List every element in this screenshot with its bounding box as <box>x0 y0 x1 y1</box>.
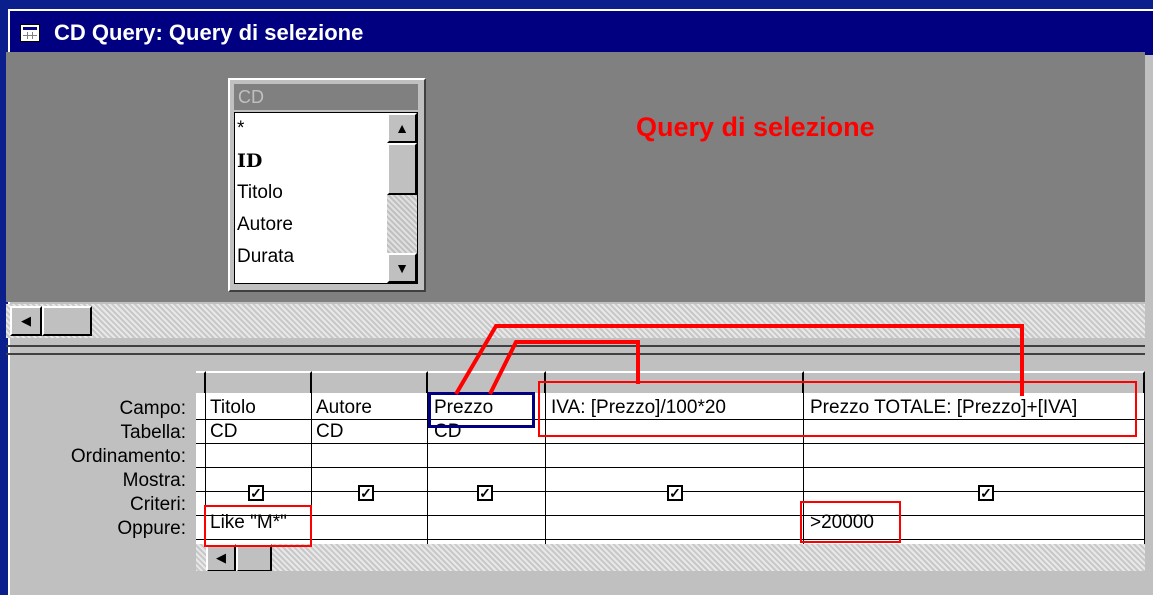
field-cell[interactable]: Autore <box>316 396 372 420</box>
column-selector[interactable] <box>206 371 312 393</box>
row-label-tabella: Tabella: <box>120 422 187 443</box>
grid-row-line <box>196 467 1145 468</box>
field-list-scrollbar[interactable]: ▲ ▼ <box>387 113 417 283</box>
column-selector[interactable] <box>196 371 206 393</box>
field-list-window[interactable]: CD * ID Titolo Autore Durata ▲ ▼ <box>228 78 426 292</box>
row-label-ordinamento: Ordinamento: <box>70 446 186 467</box>
arrow-down-icon[interactable]: ▼ <box>387 253 417 283</box>
grid-row-line <box>196 515 1145 516</box>
row-label-criteri: Criteri: <box>130 494 186 515</box>
column-selector[interactable] <box>312 371 428 393</box>
field-cell[interactable]: Titolo <box>210 396 256 420</box>
table-pane[interactable]: CD * ID Titolo Autore Durata ▲ ▼ Query d… <box>6 52 1145 302</box>
window-title: CD Query: Query di selezione <box>54 20 364 45</box>
field-list-title[interactable]: CD <box>234 84 418 110</box>
scroll-thumb[interactable] <box>387 143 417 195</box>
checkbox-checked-icon[interactable]: ✓ <box>978 485 994 501</box>
table-cell[interactable]: CD <box>210 420 237 444</box>
arrow-up-icon[interactable]: ▲ <box>387 113 417 143</box>
arrow-left-icon[interactable]: ◀ <box>206 544 236 571</box>
pane-splitter[interactable] <box>6 345 1145 355</box>
column-selector[interactable] <box>428 371 546 393</box>
arrow-left-icon[interactable]: ◀ <box>10 306 42 336</box>
checkbox-checked-icon[interactable]: ✓ <box>248 485 264 501</box>
table-pane-hscroll[interactable]: ◀ <box>6 304 1145 338</box>
row-label-campo: Campo: <box>119 398 186 419</box>
checkbox-checked-icon[interactable]: ✓ <box>358 485 374 501</box>
title-bar[interactable]: CD Query: Query di selezione <box>10 11 1153 55</box>
annotation-title: Query di selezione <box>636 112 875 142</box>
table-cell[interactable]: CD <box>316 420 343 444</box>
calculated-fields-box <box>538 381 1137 437</box>
grid-hscroll[interactable]: ◀ <box>196 544 1145 571</box>
grid-row-line <box>196 539 1145 540</box>
field-list[interactable]: * ID Titolo Autore Durata ▲ ▼ <box>234 112 418 284</box>
grid-row-labels: Campo: Tabella: Ordinamento: Mostra: Cri… <box>6 397 192 541</box>
criteria-highlight-box <box>204 505 312 547</box>
scroll-thumb[interactable] <box>236 544 272 571</box>
checkbox-checked-icon[interactable]: ✓ <box>477 485 493 501</box>
row-label-oppure: Oppure: <box>117 518 186 539</box>
prezzo-highlight-box <box>428 392 535 428</box>
query-window-icon[interactable] <box>20 24 40 42</box>
row-label-mostra: Mostra: <box>122 470 186 491</box>
checkbox-checked-icon[interactable]: ✓ <box>667 485 683 501</box>
criteria-highlight-box <box>800 501 901 543</box>
scroll-thumb[interactable] <box>42 306 92 336</box>
